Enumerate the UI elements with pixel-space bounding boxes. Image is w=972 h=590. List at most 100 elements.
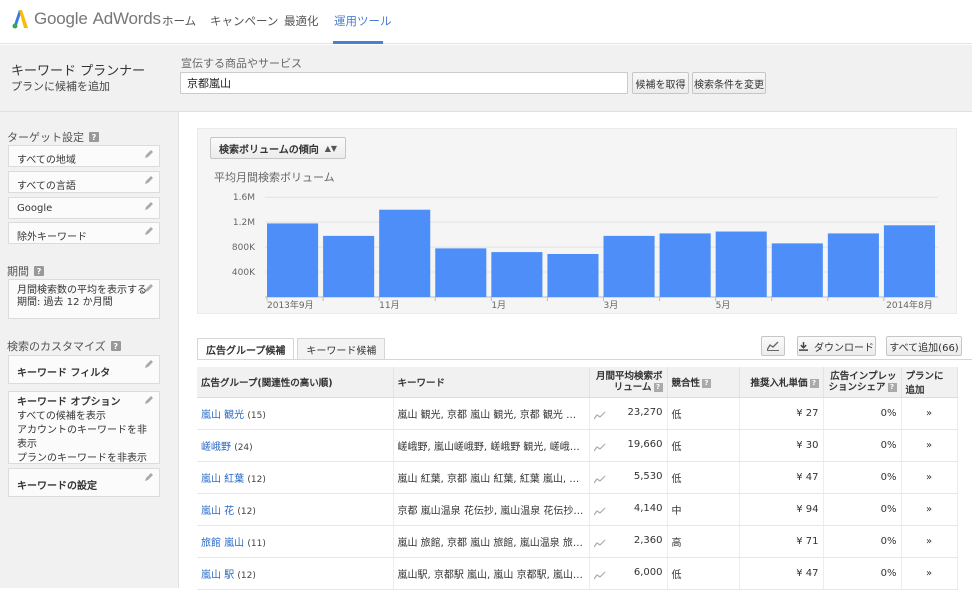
add-to-plan-button[interactable]: » [901,493,958,526]
y-tick-label: 800K [232,243,256,253]
table-row: 嵐山 観光 (15) 嵐山 観光, 京都 嵐山 観光, 京都 観光 … 23,270… [197,397,958,430]
modify-search-button[interactable]: 検索条件を変更 [692,72,766,94]
add-to-plan-button[interactable]: » [901,525,958,558]
targeting-heading: ターゲット設定 ? [7,129,99,145]
add-to-plan-button[interactable]: » [901,397,958,430]
trend-chart-icon[interactable] [593,474,606,484]
result-tabs: 広告グループ候補 キーワード候補 [197,338,388,360]
pencil-icon [145,473,153,481]
ad-group-link[interactable]: 嵐山 観光 [201,410,244,421]
chart-bar[interactable] [491,252,543,297]
keyword-option-hide-plan: プランのキーワードを非表示 [17,453,147,464]
trend-chart-icon[interactable] [593,538,606,548]
page-title: キーワード プランナー [11,64,146,79]
nav-campaigns[interactable]: キャンペーン [210,13,278,29]
ad-group-link[interactable]: 嵯峨野 [201,442,231,453]
get-ideas-button[interactable]: 候補を取得 [632,72,689,94]
download-button[interactable]: ダウンロード [797,336,876,356]
volume-cell: 2,360 [589,525,668,558]
keyword-filter-box[interactable]: キーワード フィルタ [8,355,160,384]
help-icon[interactable]: ? [809,378,819,388]
targeting-negative-keywords[interactable]: 除外キーワード [8,222,160,244]
volume-value: 4,140 [633,502,663,514]
table-row: 旅館 嵐山 (11) 嵐山 旅館, 京都 嵐山 旅館, 嵐山温泉 旅… 2,360 高… [197,525,958,558]
chart-bar[interactable] [771,243,823,297]
add-to-plan-button[interactable]: » [901,429,958,462]
keywords-cell: 嵐山駅, 京都駅 嵐山, 嵐山 京都駅, 嵐山… [393,557,590,590]
help-icon[interactable]: ? [702,378,712,388]
nav-active-indicator [333,41,383,44]
chart-bar[interactable] [323,235,375,297]
nav-optimize[interactable]: 最適化 [284,13,319,29]
adwords-logo[interactable]: Google AdWords [11,9,161,29]
bid-cell: ¥ 47 [739,461,824,494]
download-label: ダウンロード [814,342,874,354]
header-keywords[interactable]: キーワード [393,367,590,398]
bid-cell: ¥ 47 [739,557,824,590]
pencil-icon [145,150,153,158]
targeting-location[interactable]: すべての地域 [8,145,160,167]
targeting-network[interactable]: Google [8,197,160,219]
tab-ad-group-ideas[interactable]: 広告グループ候補 [197,338,295,360]
competition-cell: 低 [667,397,740,430]
logo-text-google: Google [34,9,88,28]
chart-bar[interactable] [827,233,879,297]
nav-home[interactable]: ホーム [162,13,196,29]
help-icon[interactable]: ? [110,341,121,351]
trend-chart-icon[interactable] [593,442,606,452]
header-competition-label: 競合性 [671,377,701,389]
trend-chart-icon[interactable] [593,410,606,420]
chart-toggle-button[interactable] [761,336,785,356]
trend-chart-icon[interactable] [593,570,606,580]
ad-group-keyword-count: (15) [247,410,266,421]
add-to-plan-button[interactable]: » [901,461,958,494]
targeting-negative-label: 除外キーワード [17,232,87,243]
chart-bar[interactable] [435,248,487,297]
ad-group-cell: 嵐山 観光 (15) [197,397,394,430]
header-ad-group[interactable]: 広告グループ(関連性の高い順) [197,367,394,398]
competition-cell: 中 [667,493,740,526]
nav-tools[interactable]: 運用ツール [334,13,392,29]
chart-bar[interactable] [547,253,599,297]
header-bid[interactable]: 推奨入札単価? [739,367,824,398]
customize-title: 検索のカスタマイズ [7,340,106,353]
keyword-options-box[interactable]: キーワード オプション すべての候補を表示 アカウントのキーワードを非表示 プラ… [8,391,160,464]
volume-cell: 5,530 [589,461,668,494]
help-icon[interactable]: ? [653,382,663,392]
add-all-button[interactable]: すべて追加(66) [886,336,962,356]
ad-group-link[interactable]: 嵐山 花 [201,506,234,517]
table-row: 嵐山 花 (12) 京都 嵐山温泉 花伝抄, 嵐山温泉 花伝抄… 4,140 中 ¥ 9… [197,493,958,526]
product-search-input[interactable] [180,72,628,94]
chart-bar[interactable] [883,225,935,297]
header-volume[interactable]: 月間平均検索ボリューム? [589,367,668,398]
y-tick-label: 400K [232,268,256,278]
trend-chart-icon[interactable] [593,506,606,516]
help-icon[interactable]: ? [34,266,44,276]
help-icon[interactable]: ? [89,132,99,142]
y-tick-label: 1.6M [233,193,255,203]
search-volume-chart-card: 検索ボリュームの傾向 ▲▼ 平均月間検索ボリューム 400K 800K 1.2M 1.… [197,128,957,314]
targeting-language[interactable]: すべての言語 [8,171,160,193]
ad-group-link[interactable]: 嵐山 駅 [201,570,234,581]
line-chart-icon [767,341,779,351]
add-to-plan-button[interactable]: » [901,557,958,590]
logo-text-adwords: AdWords [92,9,161,28]
header-competition[interactable]: 競合性? [667,367,740,398]
chart-bar[interactable] [715,231,767,297]
x-tick-label: 5月 [716,300,731,311]
keyword-settings-box[interactable]: キーワードの設定 [8,468,160,497]
period-box[interactable]: 月間検索数の平均を表示する 期間: 過去 12 か月間 [8,279,160,319]
tab-keyword-ideas[interactable]: キーワード候補 [297,338,386,360]
product-label: 宣伝する商品やサービス [181,57,302,70]
chart-bar[interactable] [659,233,711,297]
chart-bar[interactable] [267,223,319,297]
bid-cell: ¥ 94 [739,493,824,526]
keywords-cell: 嵐山 旅館, 京都 嵐山 旅館, 嵐山温泉 旅… [393,525,590,558]
chart-bar[interactable] [603,235,655,297]
help-icon[interactable]: ? [887,382,897,392]
header-share[interactable]: 広告インプレッションシェア? [823,367,902,398]
ad-group-link[interactable]: 旅館 嵐山 [201,538,244,549]
chart-bar[interactable] [379,209,431,297]
ad-group-link[interactable]: 嵐山 紅葉 [201,474,244,485]
ad-group-keyword-count: (11) [247,538,266,549]
